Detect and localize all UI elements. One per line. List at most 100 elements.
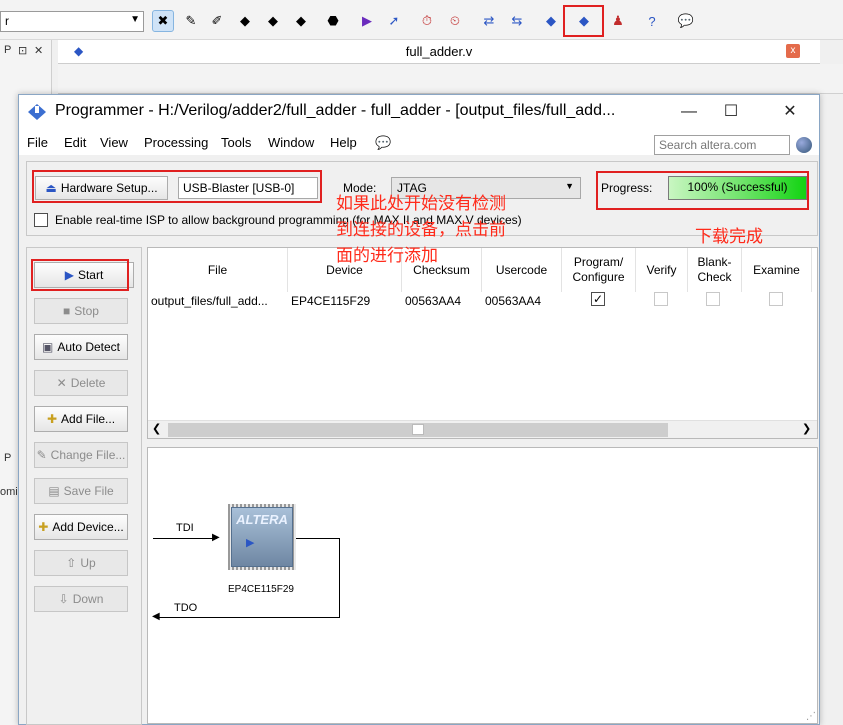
annotation-done: 下载完成 <box>695 227 763 246</box>
tdo-label: TDO <box>174 602 198 614</box>
ide-combo[interactable]: r ▼ <box>0 11 144 32</box>
compile-icon[interactable]: ✖ <box>152 10 174 32</box>
add-file-button[interactable]: ✚ Add File... <box>34 406 128 432</box>
tdo-return-wire <box>158 617 340 618</box>
change-file-label: Change File... <box>50 448 126 462</box>
search-input[interactable]: Search altera.com <box>654 135 790 155</box>
programmer-icon[interactable]: ◆ <box>573 10 595 32</box>
chat-icon[interactable]: 💬 <box>375 135 391 151</box>
examine-checkbox[interactable] <box>769 292 783 306</box>
document-close-icon[interactable]: x <box>786 44 800 58</box>
ide-editor-toolbar <box>58 64 843 94</box>
ide-combo-value: r <box>5 14 9 28</box>
ide-right-edge <box>820 94 843 725</box>
chip-planner-icon[interactable]: ◆ <box>540 10 562 32</box>
menu-window[interactable]: Window <box>268 135 314 150</box>
up-button[interactable]: ⇧ Up <box>34 550 128 576</box>
chip-arrow-icon: ▶ <box>246 537 255 549</box>
window-titlebar: Programmer - H:/Verilog/adder2/full_adde… <box>19 95 819 129</box>
close-button[interactable]: ✕ <box>777 101 803 123</box>
column-header-blank-check[interactable]: Blank- Check <box>688 248 742 292</box>
column-header-program[interactable]: Program/ Configure <box>562 248 636 292</box>
fpga-chip[interactable]: ALTERA ▶ <box>228 504 296 570</box>
save-file-label: Save File <box>63 484 114 498</box>
chip-label: EP4CE115F29 <box>228 584 294 595</box>
fitter-icon[interactable]: ◆ <box>290 10 312 32</box>
programmer-logo-icon <box>28 104 46 120</box>
signaltap-icon[interactable]: ♟ <box>607 10 629 32</box>
menu-help[interactable]: Help <box>330 135 357 150</box>
play-icon[interactable]: ▶ <box>356 10 378 32</box>
programmer-window: Programmer - H:/Verilog/adder2/full_adde… <box>18 94 820 725</box>
rtl-icon[interactable]: ⇆ <box>506 10 528 32</box>
start-button[interactable]: ▶ Start <box>34 262 134 288</box>
maximize-button[interactable]: ☐ <box>718 101 744 123</box>
auto-detect-label: Auto Detect <box>57 340 121 354</box>
program-checkbox[interactable]: ✓ <box>591 292 605 306</box>
synthesis-icon[interactable]: ◆ <box>262 10 284 32</box>
horizontal-scrollbar[interactable]: ❮ ❯ <box>148 420 817 438</box>
chat-icon[interactable]: 💬 <box>675 10 697 32</box>
blank-check-checkbox[interactable] <box>706 292 720 306</box>
auto-detect-icon: ▣ <box>41 340 54 354</box>
auto-detect-button[interactable]: ▣ Auto Detect <box>34 334 128 360</box>
column-header-verify[interactable]: Verify <box>636 248 688 292</box>
delete-icon: ✕ <box>56 376 67 390</box>
stop-button[interactable]: ■ Stop <box>34 298 128 324</box>
cell-checksum: 00563AA4 <box>405 294 462 308</box>
save-file-button[interactable]: ▤ Save File <box>34 478 128 504</box>
analysis-icon[interactable]: ◆ <box>234 10 256 32</box>
netlist-icon[interactable]: ⇄ <box>478 10 500 32</box>
ide-toolbar: r ▼ ✖ ✎ ✐ ◆ ◆ ◆ ⬣ ▶ ➚ ⏱ ⏲ ⇄ ⇆ ◆ ◆ ♟ ? 💬 <box>0 0 843 40</box>
altera-logo: ALTERA <box>236 512 288 527</box>
help-icon[interactable]: ? <box>641 10 663 32</box>
resize-grip-icon[interactable]: ⋰ <box>806 711 816 722</box>
cell-device: EP4CE115F29 <box>291 294 371 308</box>
menu-processing[interactable]: Processing <box>144 135 208 150</box>
down-label: Down <box>72 592 104 606</box>
hardware-setup-button[interactable]: ⏏ Hardware Setup... <box>35 176 168 200</box>
change-file-button[interactable]: ✎ Change File... <box>34 442 128 468</box>
cell-usercode: 00563AA4 <box>485 294 542 308</box>
delete-button[interactable]: ✕ Delete <box>34 370 128 396</box>
column-header-usercode[interactable]: Usercode <box>482 248 562 292</box>
start-label: Start <box>77 268 104 282</box>
menu-file[interactable]: File <box>27 135 48 150</box>
change-file-icon: ✎ <box>36 448 47 462</box>
arrow-down-icon: ⇩ <box>58 592 69 606</box>
verify-checkbox[interactable] <box>654 292 668 306</box>
add-device-button[interactable]: ✚ Add Device... <box>34 514 128 540</box>
down-button[interactable]: ⇩ Down <box>34 586 128 612</box>
jtag-chain-canvas: TDI ▶ ALTERA ▶ EP4CE115F29 ◀ TDO <box>147 447 818 724</box>
pencil-icon[interactable]: ✎ <box>180 10 202 32</box>
flow-icon[interactable]: ➚ <box>383 10 405 32</box>
menu-tools[interactable]: Tools <box>221 135 251 150</box>
column-header-file[interactable]: File <box>148 248 288 292</box>
scroll-left-icon[interactable]: ❮ <box>152 422 161 435</box>
scroll-grip-icon <box>412 424 424 435</box>
device-table: File Device Checksum Usercode Program/ C… <box>147 247 818 439</box>
stop-icon[interactable]: ⬣ <box>322 10 344 32</box>
isp-checkbox[interactable] <box>34 213 48 227</box>
column-header-examine[interactable]: Examine <box>742 248 812 292</box>
annotation-hint-line1: 如果此处开始没有检测 <box>336 194 506 213</box>
brush-icon[interactable]: ✐ <box>206 10 228 32</box>
arrow-up-icon: ⇧ <box>66 556 77 570</box>
pane-tab-label-2: P <box>4 452 12 464</box>
scroll-right-icon[interactable]: ❯ <box>802 422 811 435</box>
menu-edit[interactable]: Edit <box>64 135 86 150</box>
tdo-vertical-wire <box>339 538 340 618</box>
start-icon: ▶ <box>64 268 74 282</box>
pane-close-icon[interactable]: ✕ <box>34 44 43 57</box>
timer-icon[interactable]: ⏱ <box>416 10 438 32</box>
menu-view[interactable]: View <box>100 135 128 150</box>
progress-bar: 100% (Successful) <box>668 176 807 200</box>
globe-icon[interactable] <box>796 137 812 153</box>
progress-label: Progress: <box>601 181 653 195</box>
action-button-column: ▶ Start ■ Stop ▣ Auto Detect ✕ Delete ✚ … <box>26 247 142 725</box>
ide-document-tab[interactable]: ◆ full_adder.v x <box>58 40 820 64</box>
pane-pin-icon[interactable]: ⊡ <box>18 44 27 57</box>
minimize-button[interactable]: — <box>676 101 702 123</box>
chevron-down-icon: ▼ <box>565 181 574 191</box>
stopwatch-icon[interactable]: ⏲ <box>444 10 466 32</box>
